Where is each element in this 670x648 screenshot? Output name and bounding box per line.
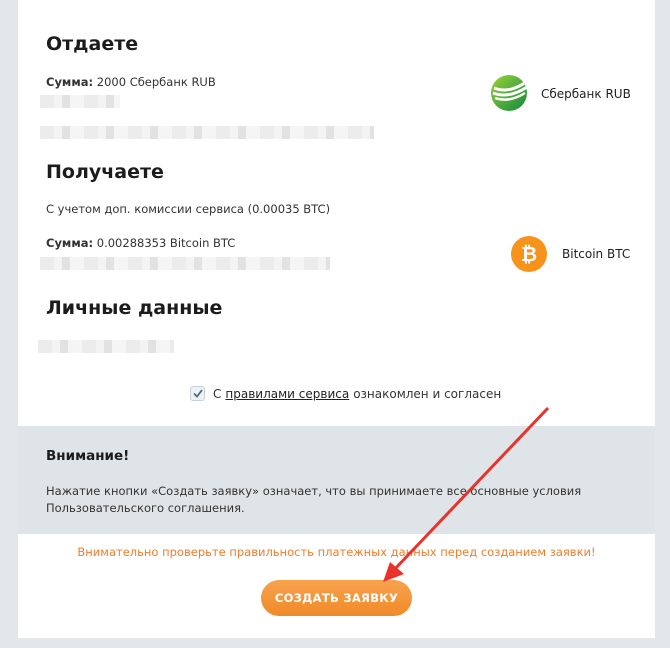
give-method-name: Сбербанк RUB (541, 87, 631, 101)
redacted-field (40, 95, 120, 108)
receive-sum-label: Сумма: (46, 236, 94, 250)
give-section-title: Отдаете (46, 33, 139, 55)
checkmark-icon (192, 389, 203, 398)
service-rules-link[interactable]: правилами сервиса (225, 387, 349, 401)
receive-section-title: Получаете (46, 161, 164, 183)
give-sum-label: Сумма: (46, 75, 94, 89)
warning-message: Внимательно проверьте правильность плате… (77, 545, 596, 559)
receive-sum-value: 0.00288353 Bitcoin BTC (96, 236, 236, 250)
receive-method-name: Bitcoin BTC (562, 247, 631, 261)
notice-text: Нажатие кнопки «Создать заявку» означает… (46, 484, 582, 515)
consent-checkbox[interactable] (190, 386, 205, 401)
redacted-field (40, 126, 374, 139)
personal-section-title: Личные данные (46, 297, 223, 319)
receive-fee-note: С учетом доп. комиссии сервиса (0.00035 … (46, 202, 331, 216)
consent-row: С правилами сервиса ознакомлен и согласе… (190, 386, 501, 401)
notice-title: Внимание! (46, 448, 130, 464)
exchange-order-card: Отдаете Сумма: 2000 Сбербанк RUB Сбербан… (18, 0, 655, 638)
consent-suffix: ознакомлен и согласен (353, 386, 502, 401)
notice-panel: Внимание! Нажатие кнопки «Создать заявку… (18, 426, 655, 534)
redacted-field (40, 257, 330, 270)
sberbank-logo-icon (488, 74, 530, 116)
consent-prefix: С (213, 386, 222, 401)
create-request-button[interactable]: СОЗДАТЬ ЗАЯВКУ (261, 580, 412, 616)
bitcoin-logo-icon: ₿ (510, 235, 548, 277)
svg-text:₿: ₿ (521, 242, 537, 266)
receive-sum: Сумма: 0.00288353 Bitcoin BTC (46, 236, 235, 250)
give-sum: Сумма: 2000 Сбербанк RUB (46, 75, 216, 89)
redacted-field (38, 340, 174, 353)
give-sum-value: 2000 Сбербанк RUB (96, 75, 216, 89)
